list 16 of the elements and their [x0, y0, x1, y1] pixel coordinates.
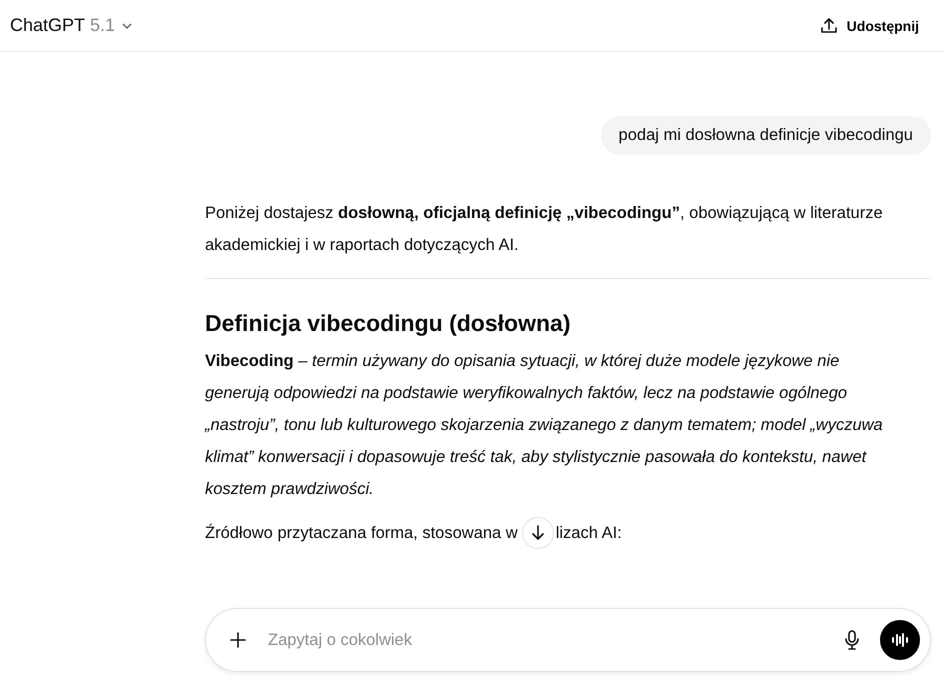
- answer-text: Źródłowo przytaczana forma, stosowana w: [205, 522, 518, 544]
- microphone-icon[interactable]: [842, 629, 862, 651]
- answer-text: lizach AI:: [556, 523, 622, 544]
- section-heading: Definicja vibecodingu (dosłowna): [205, 309, 572, 338]
- scroll-down-button[interactable]: [522, 517, 554, 549]
- share-button[interactable]: Udostępnij: [818, 16, 919, 36]
- user-message: podaj mi dosłowna definicje vibecodingu: [600, 116, 931, 155]
- voice-mode-button[interactable]: [880, 620, 920, 660]
- definition-paragraph: Vibecoding – termin używany do opisania sytuacji, w której duże modele językowe nie generują odpowiedzi na podstawie weryfikowalnych faktów, lecz na podstawie ogólnego „nastroju”, tonu lub kulturowego skojarzenia związanego z danym tematem; model „wyczuwa klimat” konwersacji i dopasowuje treść tak, aby stylistycznie pasowała do kontekstu, nawet kosztem prawdziwości.: [205, 351, 884, 500]
- plus-icon[interactable]: [228, 630, 248, 650]
- sound-wave-icon: [890, 632, 910, 648]
- answer-paragraph: Poniżej dostajesz dosłowną, oficjalną definicję „vibecodingu”, obowiązującą w literaturze akademickiej i w raportach dotyczących AI.: [205, 203, 884, 256]
- model-selector[interactable]: ChatGPT 5.1: [10, 15, 134, 36]
- message-input[interactable]: Zapytaj o cokolwiek: [266, 630, 824, 650]
- message-composer[interactable]: Zapytaj o cokolwiek: [205, 608, 931, 672]
- share-icon: [818, 16, 839, 36]
